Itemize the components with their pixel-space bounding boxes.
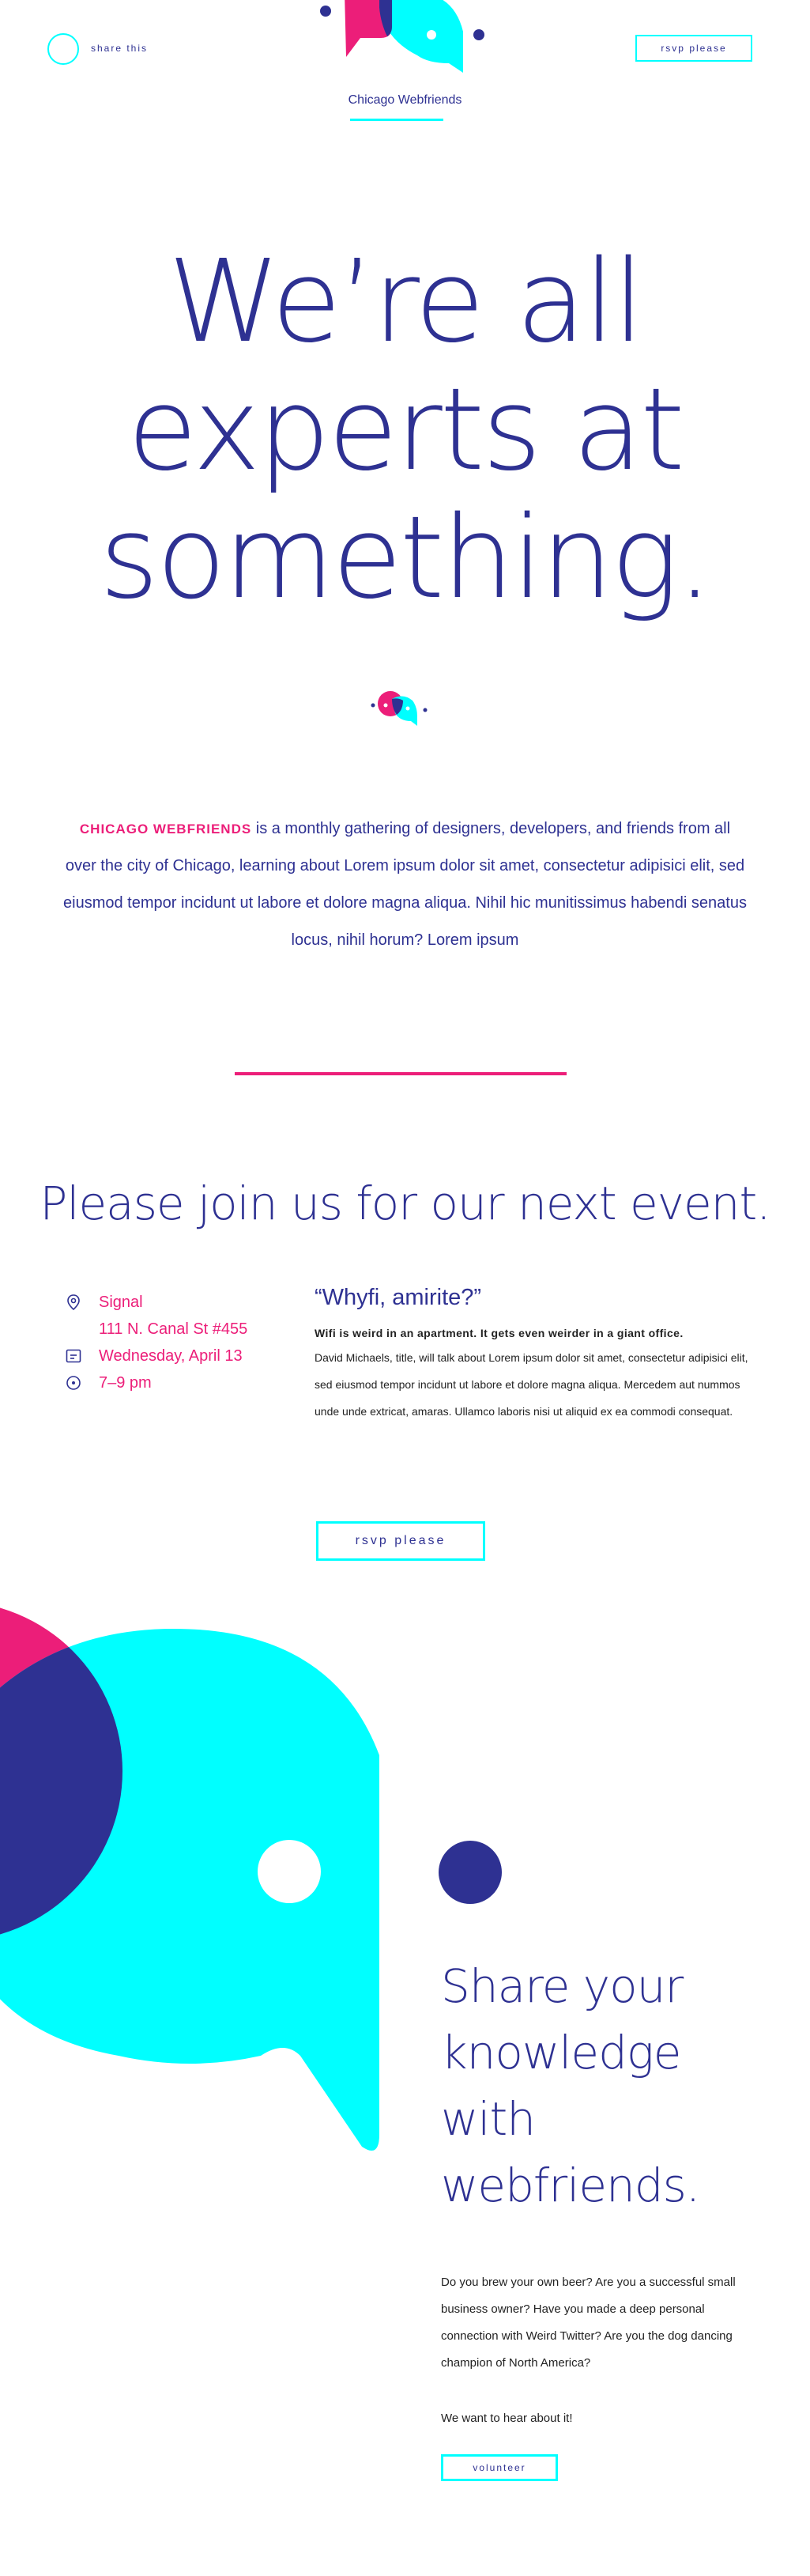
intro-paragraph: CHICAGO WEBFRIENDS is a monthly gatherin…	[63, 810, 747, 959]
clock-icon	[66, 1376, 81, 1390]
title-underline	[350, 119, 443, 121]
event-time-row: 7–9 pm	[63, 1369, 300, 1396]
talk-description: “Whyfi, amirite?” Wifi is weird in an ap…	[315, 1285, 749, 1425]
small-logo-icon	[371, 691, 428, 726]
speech-bubbles-illustration	[0, 1607, 502, 2151]
location-pin-icon	[67, 1294, 80, 1311]
event-date-row: Wednesday, April 13	[63, 1343, 300, 1369]
event-venue: Signal	[99, 1294, 143, 1311]
event-location: Signal 111 N. Canal St #455	[63, 1289, 300, 1343]
share-heading-line-2: knowledge	[441, 2026, 681, 2079]
talk-lead: Wifi is weird in an apartment. It gets e…	[315, 1327, 684, 1339]
section-divider	[235, 1072, 567, 1075]
share-heading: Share your knowledge with webfriends.	[441, 1953, 789, 2219]
hero-line-2: experts at	[127, 363, 684, 496]
site-header: share this Chicago Webfriends rsvp pleas…	[0, 0, 810, 134]
hero-heading: We’re all experts at something.	[0, 237, 810, 621]
site-title[interactable]: Chicago Webfriends	[0, 93, 810, 108]
share-link[interactable]: share this	[91, 43, 148, 54]
intro-brand: CHICAGO WEBFRIENDS	[79, 822, 252, 837]
event-date: Wednesday, April 13	[99, 1347, 243, 1365]
rsvp-button-header[interactable]: rsvp please	[635, 35, 752, 62]
share-copy: Do you brew your own beer? Are you a suc…	[441, 2276, 736, 2370]
share-cta: We want to hear about it!	[441, 2412, 573, 2425]
share-heading-line-1: Share your	[441, 1959, 684, 2013]
event-details: Signal 111 N. Canal St #455 Wednesday, A…	[63, 1289, 300, 1396]
event-address: 111 N. Canal St #455	[99, 1320, 248, 1338]
share-icon[interactable]	[47, 33, 79, 65]
event-time: 7–9 pm	[99, 1374, 152, 1392]
logo-icon[interactable]	[310, 0, 499, 87]
hero-line-3: something.	[99, 491, 713, 624]
rsvp-button-event[interactable]: rsvp please	[316, 1521, 485, 1561]
hero-line-1: We’re all	[168, 235, 645, 368]
calendar-icon	[66, 1349, 81, 1363]
intro-text: is a monthly gathering of designers, dev…	[63, 820, 747, 949]
talk-body: David Michaels, title, will talk about L…	[315, 1351, 748, 1418]
event-heading: Please join us for our next event.	[40, 1177, 770, 1230]
volunteer-button[interactable]: volunteer	[441, 2454, 558, 2481]
share-heading-line-3: with	[441, 2092, 536, 2146]
share-heading-line-4: webfriends.	[441, 2159, 700, 2212]
talk-title: “Whyfi, amirite?”	[315, 1285, 482, 1310]
